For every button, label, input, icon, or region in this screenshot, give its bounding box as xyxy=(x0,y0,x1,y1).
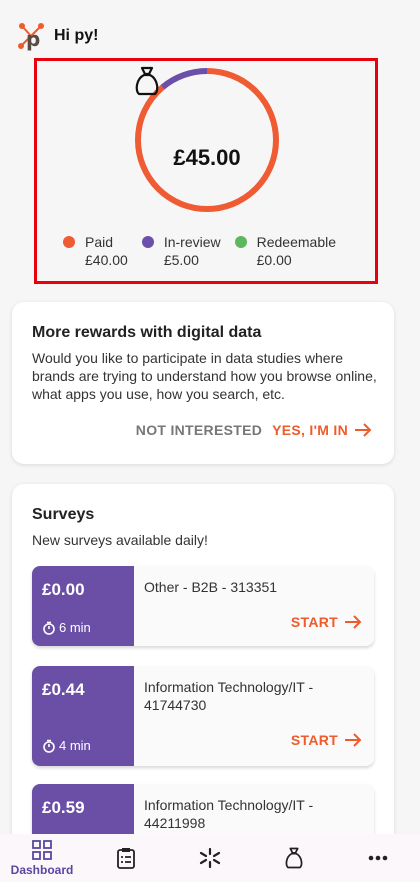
legend-label: Paid xyxy=(85,234,114,250)
svg-text:p: p xyxy=(26,27,40,51)
start-label: START xyxy=(290,732,338,748)
nav-rewards[interactable] xyxy=(252,834,336,882)
stopwatch-icon xyxy=(43,621,55,635)
survey-name: Other - B2B - 313351 xyxy=(144,579,278,595)
legend-paid: Paid £40.00 xyxy=(63,233,128,269)
greeting-text: Hi py! xyxy=(54,27,99,44)
legend-in-review: In-review £5.00 xyxy=(141,233,221,269)
legend-redeemable: Redeemable £0.00 xyxy=(234,233,337,269)
survey-item[interactable]: £0.44 4 min Information Technology/IT - … xyxy=(32,666,374,766)
survey-duration: 4 min xyxy=(42,738,91,753)
start-label: START xyxy=(290,614,338,630)
money-bag-icon xyxy=(285,847,303,869)
survey-duration: 6 min xyxy=(42,620,91,635)
yes-im-in-label: YES, I'M IN xyxy=(272,422,348,438)
legend-label: In-review xyxy=(163,234,221,250)
arrow-right-icon xyxy=(345,733,362,747)
yes-im-in-button[interactable]: YES, I'M IN xyxy=(272,422,372,438)
survey-reward-panel: £0.44 4 min xyxy=(32,666,134,766)
digital-data-card: More rewards with digital data Would you… xyxy=(12,302,394,464)
balance-donut-chart: £45.00 xyxy=(132,65,282,215)
balance-total: £45.00 xyxy=(173,145,241,170)
bottom-navigation: Dashboard xyxy=(0,834,420,882)
dashboard-icon xyxy=(32,840,52,860)
survey-price: £0.44 xyxy=(42,680,85,699)
nav-more[interactable] xyxy=(336,834,420,882)
survey-time-text: 4 min xyxy=(59,738,91,753)
surveys-card: Surveys New surveys available daily! £0.… xyxy=(12,484,394,882)
surveys-title: Surveys xyxy=(32,506,95,523)
arrow-right-icon xyxy=(345,615,362,629)
start-survey-button[interactable]: START xyxy=(291,614,362,630)
survey-reward-panel: £0.00 6 min xyxy=(32,566,134,646)
header: p Hi py! xyxy=(16,18,98,54)
balance-legend: Paid £40.00 In-review £5.00 Redeemable £… xyxy=(63,233,365,269)
surveys-subtitle: New surveys available daily! xyxy=(32,532,208,548)
survey-time-text: 6 min xyxy=(59,620,91,635)
more-dots-icon xyxy=(368,855,388,861)
asterisk-network-icon xyxy=(199,847,221,869)
legend-amount: £0.00 xyxy=(256,252,292,268)
nav-dashboard[interactable]: Dashboard xyxy=(0,834,84,882)
legend-amount: £5.00 xyxy=(163,252,199,268)
in-review-dot-icon xyxy=(141,236,154,248)
stopwatch-icon xyxy=(43,739,55,753)
arrow-right-icon xyxy=(355,423,372,437)
not-interested-button[interactable]: NOT INTERESTED xyxy=(136,422,262,438)
money-bag-icon xyxy=(135,66,222,141)
survey-name: Information Technology/IT - 44211998 xyxy=(144,797,314,831)
nav-network[interactable] xyxy=(168,834,252,882)
legend-label: Redeemable xyxy=(256,234,337,250)
digital-card-title: More rewards with digital data xyxy=(32,324,262,341)
nav-surveys[interactable] xyxy=(84,834,168,882)
balance-summary[interactable]: £45.00 Paid £40.00 In-review £5.00 Redee… xyxy=(34,58,378,284)
p-logo-icon: p xyxy=(16,21,46,51)
digital-card-actions: NOT INTERESTED YES, I'M IN xyxy=(136,422,372,438)
digital-card-body: Would you like to participate in data st… xyxy=(32,350,377,402)
survey-price: £0.00 xyxy=(42,580,85,599)
legend-amount: £40.00 xyxy=(85,252,128,268)
survey-name: Information Technology/IT - 41744730 xyxy=(144,679,314,713)
not-interested-label: NOT INTERESTED xyxy=(135,422,263,438)
start-survey-button[interactable]: START xyxy=(291,732,362,748)
clipboard-list-icon xyxy=(117,848,135,869)
survey-item[interactable]: £0.00 6 min Other - B2B - 313351 START xyxy=(32,566,374,646)
nav-dashboard-label: Dashboard xyxy=(10,863,74,877)
paid-dot-icon xyxy=(63,236,75,248)
redeemable-dot-icon xyxy=(234,236,247,248)
survey-price: £0.59 xyxy=(42,798,85,817)
